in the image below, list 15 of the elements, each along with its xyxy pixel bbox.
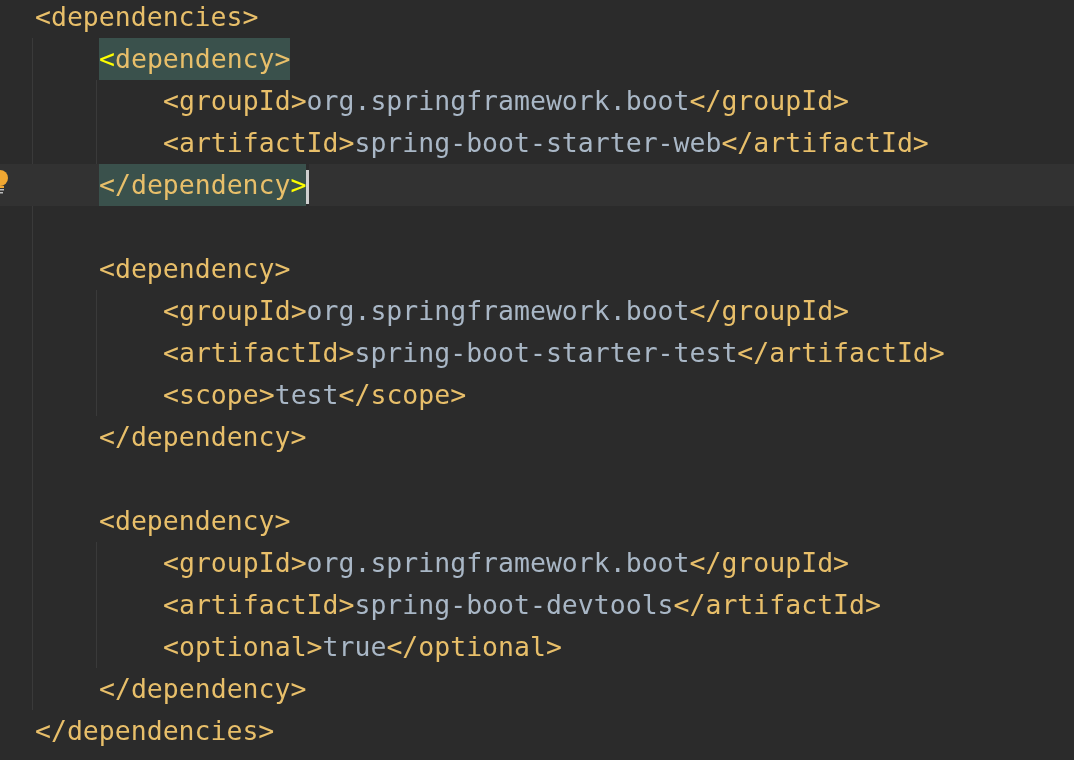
- code-line: </dependency>: [99, 672, 307, 706]
- code-line: <dependency>: [99, 504, 291, 538]
- text-caret: [306, 169, 310, 204]
- code-line: <groupId>org.springframework.boot</groupId>: [163, 84, 850, 118]
- code-line: <artifactId>spring-boot-devtools</artifactId>: [163, 588, 881, 622]
- code-line: </dependency>: [99, 420, 307, 454]
- code-line: <scope>test</scope>: [163, 378, 467, 412]
- code-line: </dependencies>: [35, 714, 275, 748]
- code-line: <groupId>org.springframework.boot</groupId>: [163, 294, 850, 328]
- code-line: <dependency>: [99, 252, 291, 286]
- code-line: <optional>true</optional>: [163, 630, 562, 664]
- code-line: <groupId>org.springframework.boot</groupId>: [163, 546, 850, 580]
- code-line: <artifactId>spring-boot-starter-test</artifactId>: [163, 336, 945, 370]
- code-line: <artifactId>spring-boot-starter-web</artifactId>: [163, 126, 929, 160]
- code-line: <dependencies>: [35, 0, 259, 34]
